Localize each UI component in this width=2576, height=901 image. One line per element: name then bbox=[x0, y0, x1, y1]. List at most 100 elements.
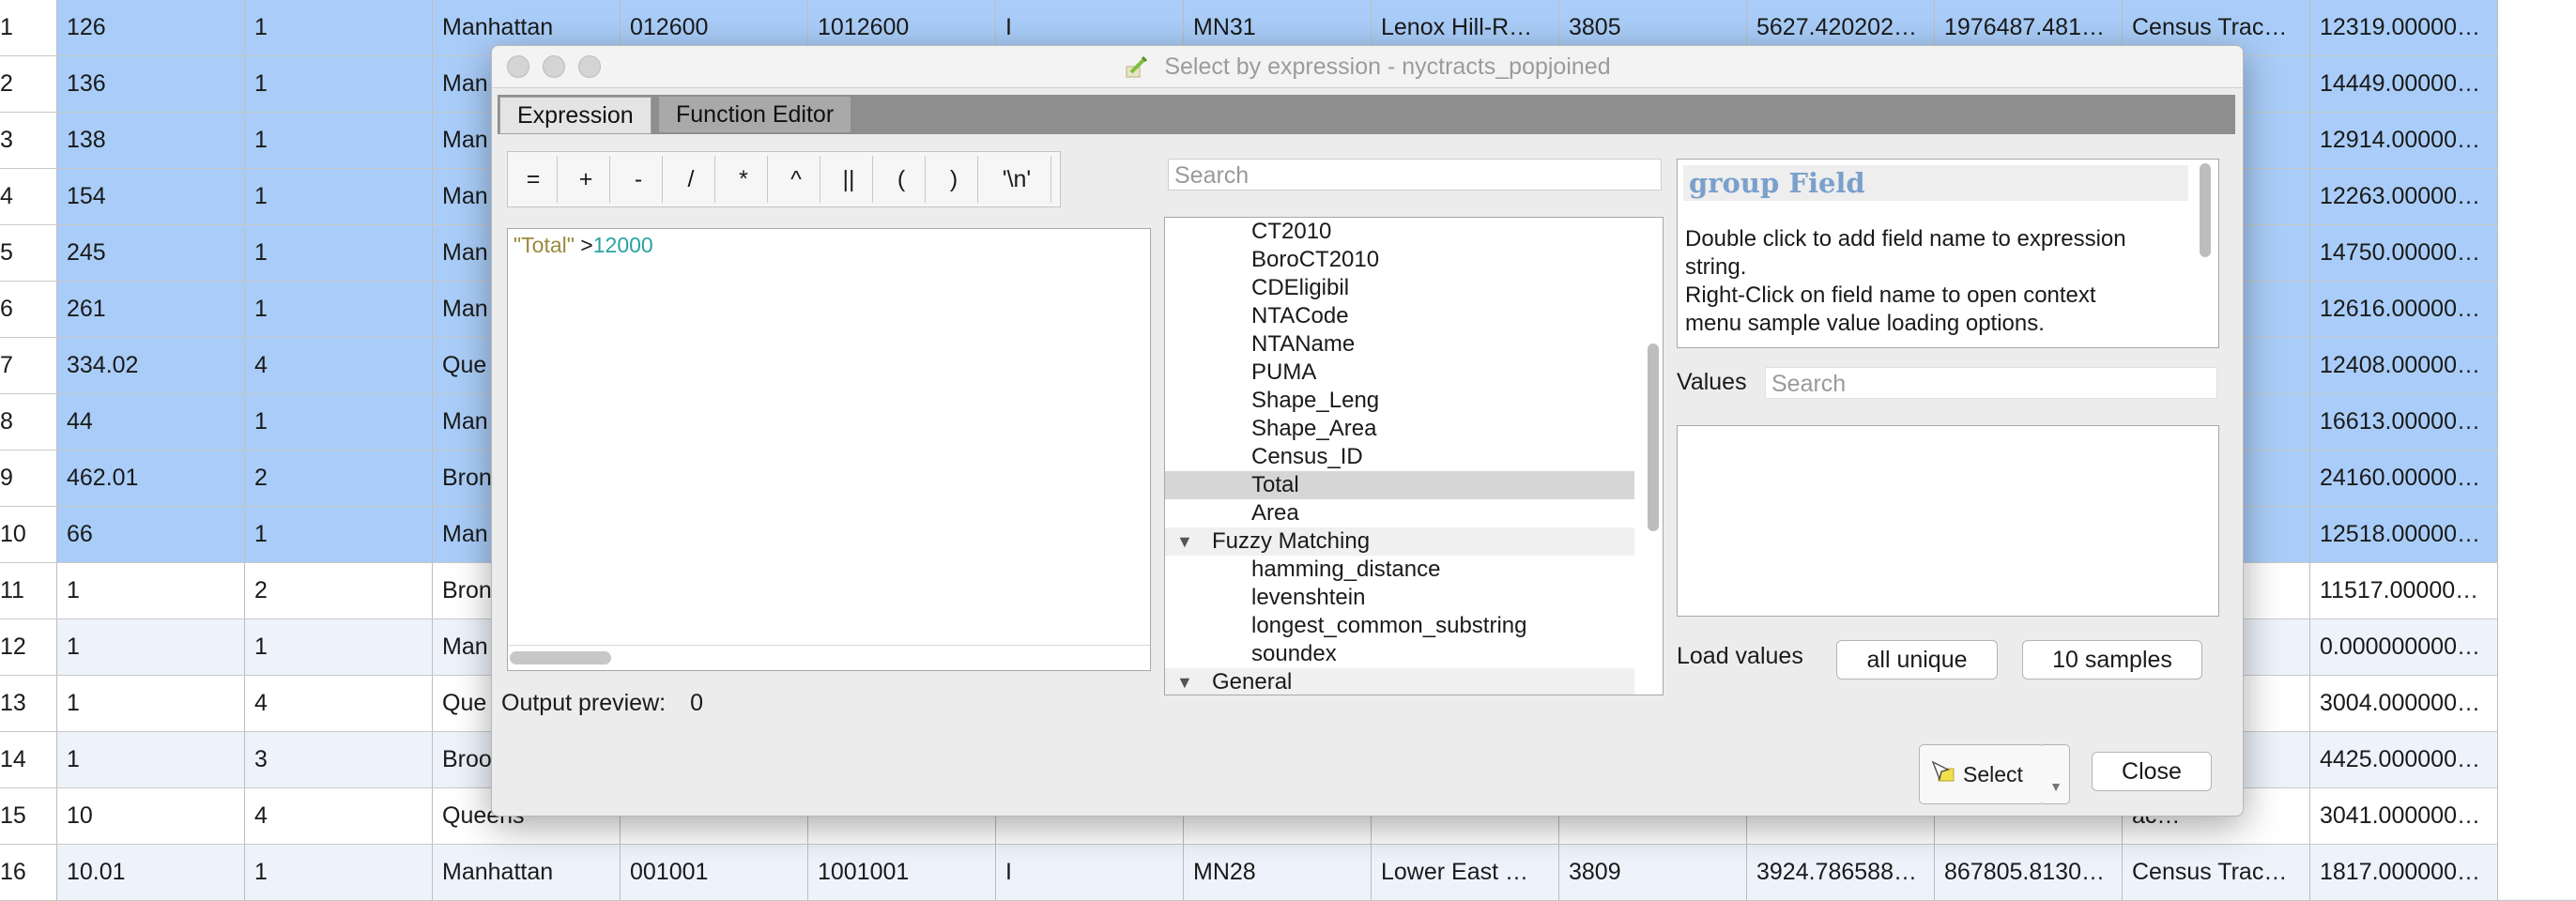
table-cell[interactable]: 136 bbox=[57, 56, 245, 112]
table-cell[interactable]: 2 bbox=[245, 563, 433, 618]
values-list[interactable] bbox=[1677, 425, 2219, 617]
table-cell[interactable]: 11517.00000… bbox=[2310, 563, 2498, 618]
table-cell[interactable]: 867805.8130… bbox=[1935, 845, 2123, 900]
tree-item[interactable]: levenshtein bbox=[1165, 584, 1634, 612]
close-button[interactable]: Close bbox=[2092, 752, 2212, 791]
editor-horizontal-scrollbar[interactable] bbox=[510, 651, 611, 664]
table-cell[interactable]: 12319.00000… bbox=[2310, 0, 2498, 55]
operator-button[interactable]: = bbox=[510, 156, 558, 203]
row-number[interactable]: 7 bbox=[0, 338, 57, 393]
table-cell[interactable]: 1 bbox=[245, 619, 433, 675]
table-cell[interactable]: 261 bbox=[57, 282, 245, 337]
table-cell[interactable]: 1 bbox=[57, 732, 245, 787]
table-cell[interactable]: 4 bbox=[245, 676, 433, 731]
select-dropdown-arrow-icon[interactable]: ▼ bbox=[2043, 744, 2070, 804]
title-bar[interactable]: Select by expression - nyctracts_popjoin… bbox=[492, 46, 2243, 88]
table-cell[interactable]: 3809 bbox=[1559, 845, 1747, 900]
table-cell[interactable]: 1 bbox=[245, 169, 433, 224]
table-cell[interactable]: 4 bbox=[245, 338, 433, 393]
operator-button[interactable]: ) bbox=[930, 156, 978, 203]
table-cell[interactable]: 24160.00000… bbox=[2310, 450, 2498, 506]
table-cell[interactable]: 462.01 bbox=[57, 450, 245, 506]
row-number[interactable]: 5 bbox=[0, 225, 57, 281]
row-number[interactable]: 4 bbox=[0, 169, 57, 224]
tree-item[interactable]: Shape_Area bbox=[1165, 415, 1634, 443]
table-cell[interactable]: 3924.786588… bbox=[1747, 845, 1935, 900]
table-cell[interactable]: 1 bbox=[245, 282, 433, 337]
row-number[interactable]: 1 bbox=[0, 0, 57, 55]
table-cell[interactable]: 2 bbox=[245, 450, 433, 506]
table-cell[interactable]: 126 bbox=[57, 0, 245, 55]
tree-item[interactable]: soundex bbox=[1165, 640, 1634, 668]
table-cell[interactable]: 1 bbox=[245, 507, 433, 562]
table-cell[interactable]: 1 bbox=[245, 394, 433, 450]
operator-button[interactable]: * bbox=[720, 156, 768, 203]
table-cell[interactable]: 12263.00000… bbox=[2310, 169, 2498, 224]
row-number[interactable]: 11 bbox=[0, 563, 57, 618]
table-cell[interactable]: 1 bbox=[57, 619, 245, 675]
tree-item[interactable]: CT2010 bbox=[1165, 218, 1634, 246]
tree-group[interactable]: ▼ Fuzzy Matching bbox=[1165, 527, 1634, 556]
all-unique-button[interactable]: all unique bbox=[1836, 640, 1998, 680]
table-cell[interactable]: 1001001 bbox=[808, 845, 996, 900]
row-number[interactable]: 16 bbox=[0, 845, 57, 900]
tree-vertical-scrollbar[interactable] bbox=[1648, 344, 1659, 531]
table-cell[interactable]: 12616.00000… bbox=[2310, 282, 2498, 337]
tree-item[interactable]: Shape_Leng bbox=[1165, 387, 1634, 415]
select-button[interactable]: Select bbox=[1919, 744, 2045, 804]
operator-button[interactable]: + bbox=[562, 156, 610, 203]
table-cell[interactable]: 3041.000000… bbox=[2310, 788, 2498, 844]
table-cell[interactable]: 1 bbox=[245, 0, 433, 55]
tab-function-editor[interactable]: Function Editor bbox=[659, 97, 851, 132]
row-number[interactable]: 14 bbox=[0, 732, 57, 787]
row-number[interactable]: 10 bbox=[0, 507, 57, 562]
table-cell[interactable]: 0.000000000… bbox=[2310, 619, 2498, 675]
table-cell[interactable]: 14750.00000… bbox=[2310, 225, 2498, 281]
tree-item[interactable]: BoroCT2010 bbox=[1165, 246, 1634, 274]
table-cell[interactable]: 10 bbox=[57, 788, 245, 844]
tree-item[interactable]: Total bbox=[1165, 471, 1634, 499]
table-cell[interactable]: 14449.00000… bbox=[2310, 56, 2498, 112]
table-cell[interactable]: Manhattan bbox=[433, 845, 621, 900]
row-number[interactable]: 9 bbox=[0, 450, 57, 506]
row-number[interactable]: 12 bbox=[0, 619, 57, 675]
table-cell[interactable]: 16613.00000… bbox=[2310, 394, 2498, 450]
tree-item[interactable]: NTAName bbox=[1165, 330, 1634, 359]
table-cell[interactable]: MN28 bbox=[1184, 845, 1372, 900]
tree-item[interactable]: longest_common_substring bbox=[1165, 612, 1634, 640]
table-cell[interactable]: 1 bbox=[245, 225, 433, 281]
row-number[interactable]: 3 bbox=[0, 113, 57, 168]
table-cell[interactable]: 001001 bbox=[621, 845, 808, 900]
table-cell[interactable]: 12914.00000… bbox=[2310, 113, 2498, 168]
table-cell[interactable]: Census Trac… bbox=[2123, 845, 2310, 900]
tree-item[interactable]: PUMA bbox=[1165, 359, 1634, 387]
table-cell[interactable]: 245 bbox=[57, 225, 245, 281]
tree-item[interactable]: Area bbox=[1165, 499, 1634, 527]
expression-editor[interactable]: "Total" >12000 bbox=[507, 228, 1151, 671]
tree-item[interactable]: NTACode bbox=[1165, 302, 1634, 330]
expand-arrow-icon[interactable]: ▼ bbox=[1176, 668, 1193, 695]
table-cell[interactable]: 4 bbox=[245, 788, 433, 844]
operator-button[interactable]: / bbox=[667, 156, 715, 203]
table-cell[interactable]: 1 bbox=[245, 113, 433, 168]
table-cell[interactable]: 334.02 bbox=[57, 338, 245, 393]
expand-arrow-icon[interactable]: ▼ bbox=[1176, 527, 1193, 556]
operator-button[interactable]: ^ bbox=[773, 156, 820, 203]
table-cell[interactable]: 138 bbox=[57, 113, 245, 168]
tree-group[interactable]: ▼ General bbox=[1165, 668, 1634, 695]
table-cell[interactable]: 3 bbox=[245, 732, 433, 787]
table-cell[interactable]: 12518.00000… bbox=[2310, 507, 2498, 562]
row-number[interactable]: 15 bbox=[0, 788, 57, 844]
row-number[interactable]: 8 bbox=[0, 394, 57, 450]
table-cell[interactable]: 1817.000000… bbox=[2310, 845, 2498, 900]
ten-samples-button[interactable]: 10 samples bbox=[2022, 640, 2202, 680]
operator-button[interactable]: ( bbox=[878, 156, 926, 203]
row-number[interactable]: 13 bbox=[0, 676, 57, 731]
table-cell[interactable]: 1 bbox=[57, 563, 245, 618]
tree-item[interactable]: hamming_distance bbox=[1165, 556, 1634, 584]
operator-button[interactable]: '\n' bbox=[983, 156, 1051, 203]
table-cell[interactable]: Lower East … bbox=[1372, 845, 1559, 900]
function-search-input[interactable]: Search bbox=[1168, 159, 1662, 191]
table-cell[interactable]: 1 bbox=[245, 56, 433, 112]
table-cell[interactable]: 12408.00000… bbox=[2310, 338, 2498, 393]
